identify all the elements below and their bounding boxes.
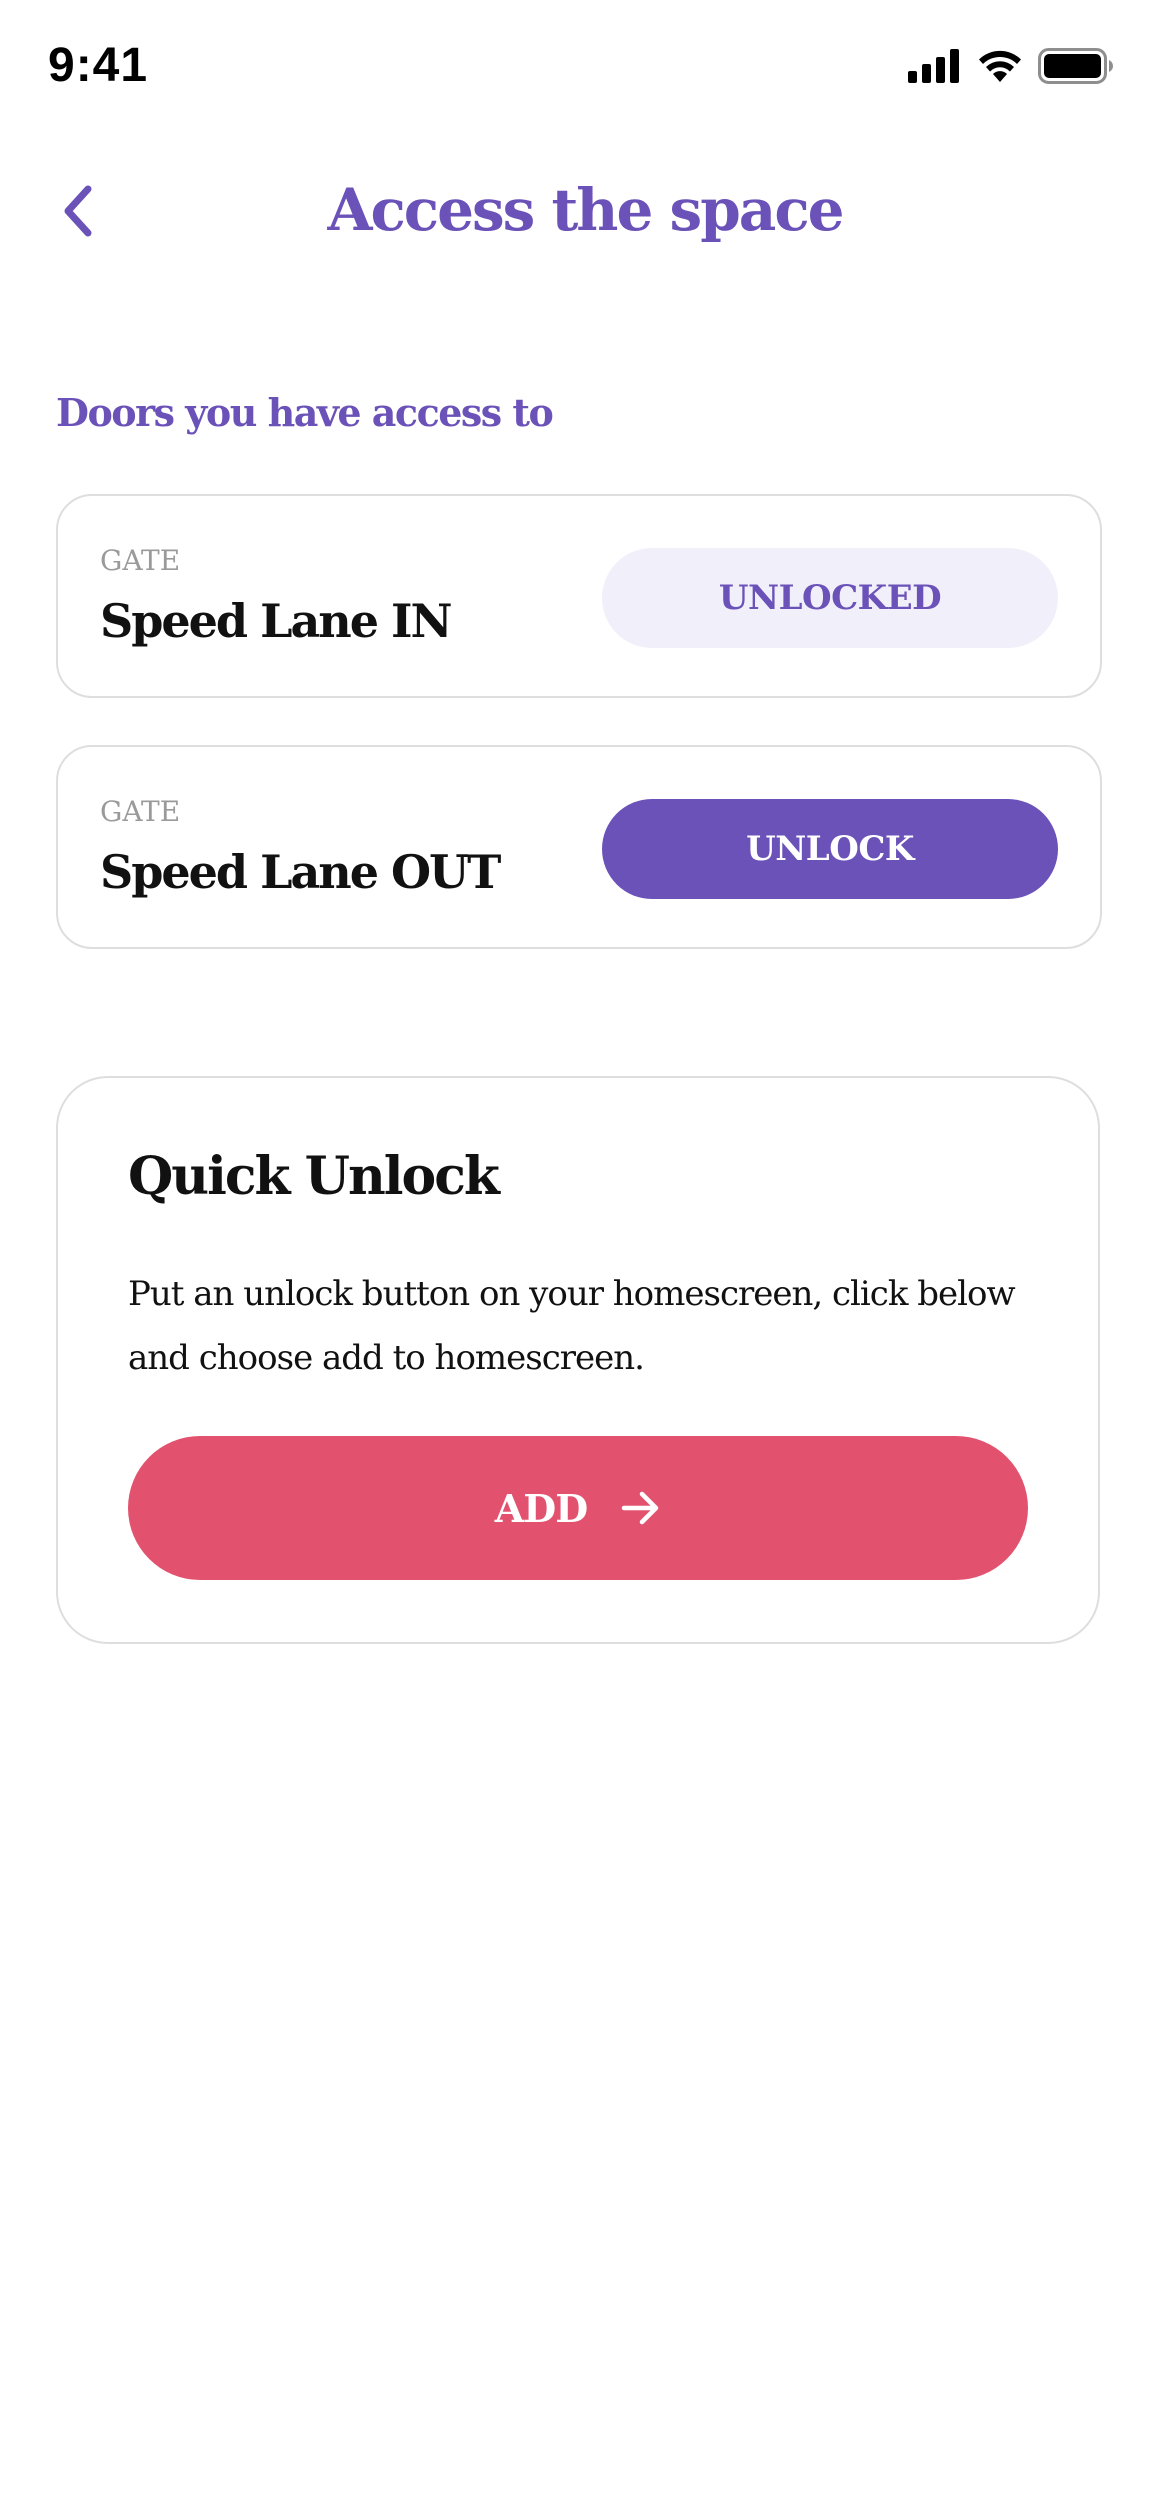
door-type-label: GATE <box>100 544 181 577</box>
door-name: Speed Lane OUT <box>100 845 501 899</box>
quick-unlock-card: Quick Unlock Put an unlock button on you… <box>56 1076 1100 1644</box>
status-time: 9:41 <box>48 39 149 92</box>
cellular-signal-icon <box>908 49 962 87</box>
page-title: Access the space <box>327 176 844 244</box>
section-heading: Doors you have access to <box>56 390 554 435</box>
quick-unlock-title: Quick Unlock <box>128 1146 500 1207</box>
status-icons <box>908 48 1114 88</box>
status-bar: 9:41 <box>0 0 1170 140</box>
arrow-right-icon <box>621 1490 661 1526</box>
add-to-homescreen-button[interactable]: ADD <box>128 1436 1028 1580</box>
quick-unlock-description: Put an unlock button on your homescreen,… <box>128 1274 1016 1378</box>
unlocked-status-button[interactable]: UNLOCKED <box>602 548 1058 648</box>
unlock-button[interactable]: UNLOCK <box>602 799 1058 899</box>
door-type-label: GATE <box>100 795 181 828</box>
door-name: Speed Lane IN <box>100 594 453 648</box>
wifi-icon <box>976 48 1024 88</box>
door-card: GATE Speed Lane IN UNLOCKED <box>56 494 1102 698</box>
door-card: GATE Speed Lane OUT UNLOCK <box>56 745 1102 949</box>
battery-icon <box>1038 48 1114 88</box>
add-button-label: ADD <box>494 1485 588 1531</box>
